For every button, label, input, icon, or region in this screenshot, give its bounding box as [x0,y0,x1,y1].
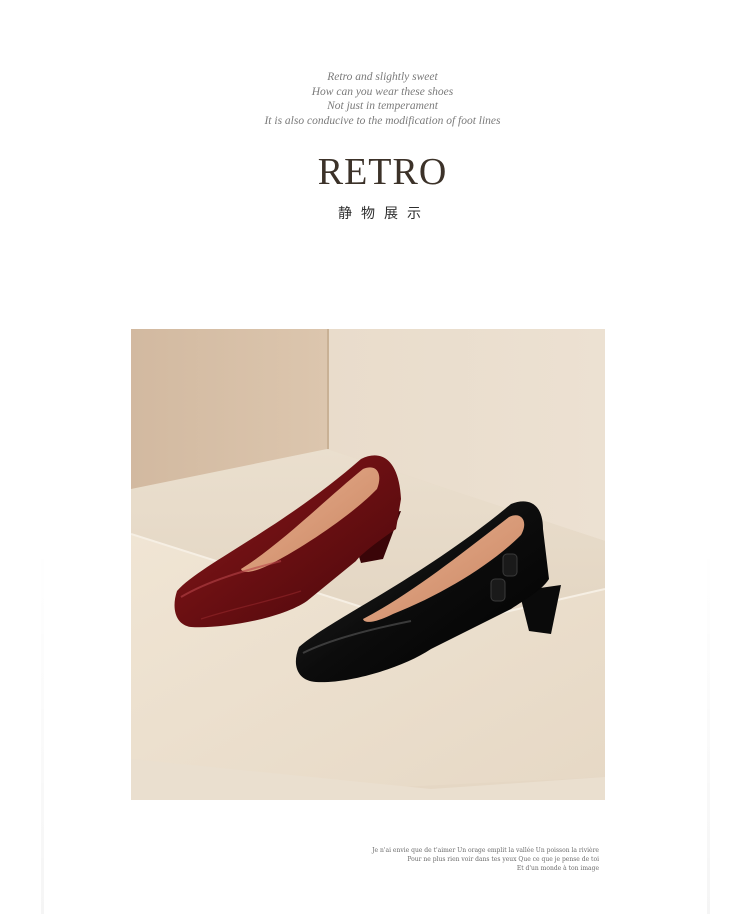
caption-line: Pour ne plus rien voir dans tes yeux Que… [407,856,599,863]
french-caption: Je n'ai envie que de t'aimer Un orage em… [372,846,599,873]
page-subtitle: 静物展示 [338,206,430,222]
caption-line: Et d'un monde à ton image [516,865,599,872]
caption-line: Je n'ai envie que de t'aimer Un orage em… [372,847,599,854]
page-title: RETRO [317,151,448,193]
intro-line: Not just in temperament [327,100,438,112]
intro-text: Retro and slightly sweet How can you wea… [0,70,750,128]
intro-line: It is also conducive to the modification… [264,114,501,127]
product-photo [131,329,605,800]
shoes-photo-illustration [131,329,605,800]
left-edge-shadow [41,540,44,914]
right-edge-shadow [707,540,710,914]
intro-line: How can you wear these shoes [311,85,454,98]
intro-line: Retro and slightly sweet [327,71,438,83]
